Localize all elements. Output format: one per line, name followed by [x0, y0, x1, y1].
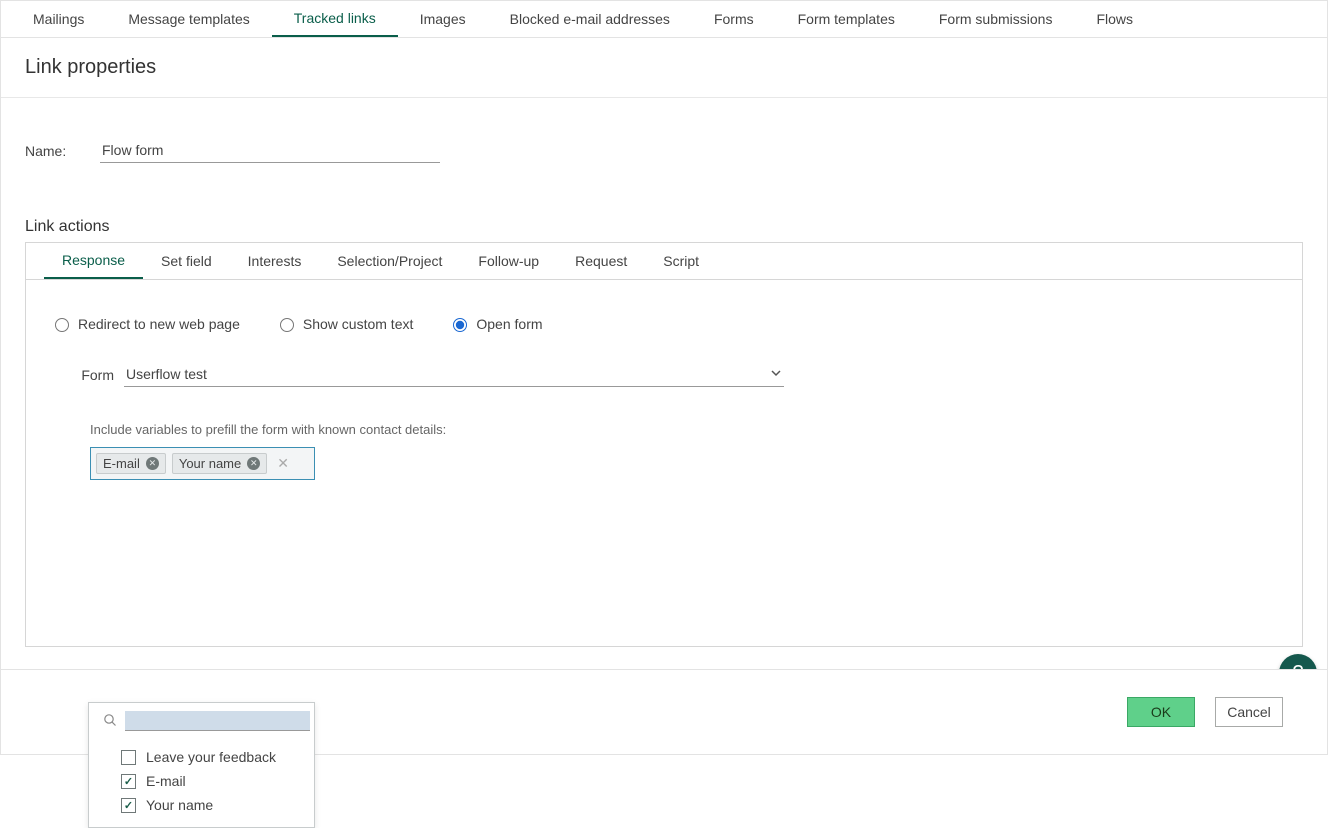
cancel-button[interactable]: Cancel	[1215, 697, 1283, 727]
chip-email-remove-icon[interactable]: ✕	[146, 457, 159, 470]
option-your-name[interactable]: Your name	[95, 793, 310, 817]
chip-email: E-mail ✕	[96, 453, 166, 474]
tab-images[interactable]: Images	[398, 1, 488, 37]
tab-form-submissions[interactable]: Form submissions	[917, 1, 1075, 37]
form-select-value: Userflow test	[126, 366, 207, 382]
checkbox-leave-feedback[interactable]	[121, 750, 136, 765]
subtab-script[interactable]: Script	[645, 243, 717, 279]
option-email[interactable]: E-mail	[95, 769, 310, 793]
content-area: Name: Link actions Response Set field In…	[1, 98, 1327, 671]
subtab-set-field[interactable]: Set field	[143, 243, 230, 279]
subtab-interests[interactable]: Interests	[230, 243, 320, 279]
option-your-name-label: Your name	[146, 797, 213, 813]
clear-all-icon[interactable]: ✕	[273, 455, 293, 472]
radio-open-form[interactable]: Open form	[448, 315, 542, 332]
link-actions-tabs: Response Set field Interests Selection/P…	[26, 243, 1302, 280]
option-leave-feedback[interactable]: Leave your feedback	[95, 745, 310, 769]
radio-redirect-input[interactable]	[55, 318, 69, 332]
radio-redirect-label: Redirect to new web page	[78, 316, 240, 332]
link-actions-title: Link actions	[25, 218, 1303, 236]
page-title: Link properties	[1, 38, 1327, 98]
subtab-request[interactable]: Request	[557, 243, 645, 279]
checkbox-email[interactable]	[121, 774, 136, 789]
tab-message-templates[interactable]: Message templates	[106, 1, 271, 37]
tab-mailings[interactable]: Mailings	[11, 1, 106, 37]
radio-custom-text[interactable]: Show custom text	[275, 315, 414, 332]
option-leave-feedback-label: Leave your feedback	[146, 749, 276, 765]
top-tabs: Mailings Message templates Tracked links…	[1, 1, 1327, 38]
subtab-follow-up[interactable]: Follow-up	[460, 243, 557, 279]
search-icon	[103, 713, 117, 730]
subtab-selection-project[interactable]: Selection/Project	[319, 243, 460, 279]
checkbox-your-name[interactable]	[121, 798, 136, 813]
form-select-row: Form Userflow test	[68, 362, 1278, 387]
chip-email-label: E-mail	[103, 456, 140, 471]
response-mode-radios: Redirect to new web page Show custom tex…	[50, 315, 1278, 332]
name-label: Name:	[25, 143, 100, 159]
chevron-down-icon	[770, 366, 782, 382]
response-panel: Redirect to new web page Show custom tex…	[26, 280, 1302, 500]
tab-tracked-links[interactable]: Tracked links	[272, 1, 398, 37]
link-actions-box: Response Set field Interests Selection/P…	[25, 242, 1303, 647]
ok-button[interactable]: OK	[1127, 697, 1195, 727]
tab-blocked-email[interactable]: Blocked e-mail addresses	[488, 1, 692, 37]
radio-custom-text-label: Show custom text	[303, 316, 414, 332]
radio-open-form-label: Open form	[476, 316, 542, 332]
radio-redirect[interactable]: Redirect to new web page	[50, 315, 240, 332]
form-select-label: Form	[68, 367, 124, 383]
option-email-label: E-mail	[146, 773, 186, 789]
prefill-dropdown: Leave your feedback E-mail Your name	[88, 702, 315, 828]
chip-your-name-remove-icon[interactable]: ✕	[247, 457, 260, 470]
radio-custom-text-input[interactable]	[280, 318, 294, 332]
chip-your-name-label: Your name	[179, 456, 241, 471]
tab-flows[interactable]: Flows	[1074, 1, 1155, 37]
dropdown-options: Leave your feedback E-mail Your name	[89, 739, 314, 817]
prefill-chips-input[interactable]: E-mail ✕ Your name ✕ ✕	[90, 447, 315, 480]
chip-your-name: Your name ✕	[172, 453, 267, 474]
form-select[interactable]: Userflow test	[124, 362, 784, 387]
radio-open-form-input[interactable]	[453, 318, 467, 332]
tab-forms[interactable]: Forms	[692, 1, 776, 37]
subtab-response[interactable]: Response	[44, 243, 143, 279]
name-input[interactable]	[100, 138, 440, 163]
dropdown-search-input[interactable]	[125, 711, 310, 731]
dropdown-search-row	[89, 711, 314, 739]
tab-form-templates[interactable]: Form templates	[776, 1, 917, 37]
name-row: Name:	[25, 138, 1303, 163]
prefill-hint: Include variables to prefill the form wi…	[90, 422, 1278, 437]
